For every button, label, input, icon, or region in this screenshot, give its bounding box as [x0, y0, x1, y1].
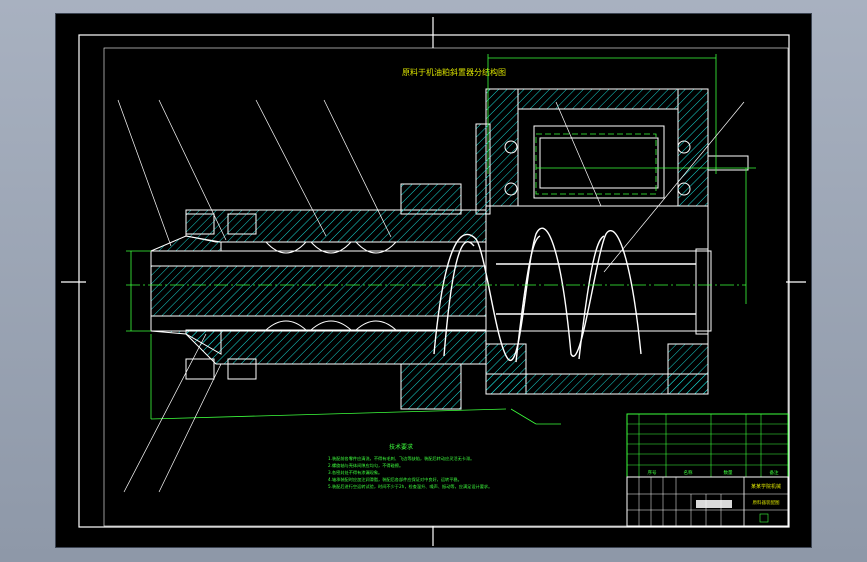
note-line: 4.轴承装配时应加注润滑脂，装配后各部件应保证对中良好，运转平稳。 [328, 476, 462, 483]
school-name: 某某学院机械 [751, 483, 781, 490]
drawing-name: 原料器装配图 [753, 499, 780, 506]
note-line: 1.装配前各零件应清洗，不得有毛刺、飞边等缺陷，装配后转动应灵活无卡滞。 [328, 455, 474, 462]
note-line: 5.装配后进行空运转试验，时间不少于2h，检查温升、噪声、振动等，应满足设计要求… [328, 483, 492, 490]
cad-drawing: 原料于机油粕斜置器分结构图 技术要求 1.装配前各零件应清洗，不得有毛刺、飞边等… [61, 17, 806, 546]
parts-col-name: 名称 [684, 469, 693, 476]
title-block: 某某学院机械 原料器装配图 [626, 476, 789, 527]
note-line: 2.螺旋轴与壳体间隙应均匀，不得碰擦。 [328, 462, 403, 469]
drawing-title: 原料于机油粕斜置器分结构图 [402, 67, 506, 77]
parts-col-index: 序号 [648, 469, 657, 476]
parts-col-remarks: 备注 [770, 469, 779, 476]
screw-barrel [150, 183, 712, 410]
notes-heading: 技术要求 [389, 443, 413, 451]
cad-drawing-viewport[interactable]: 原料于机油粕斜置器分结构图 技术要求 1.装配前各零件应清洗，不得有毛刺、飞边等… [55, 13, 812, 548]
parts-list: 序号 名称 数量 备注 [626, 413, 789, 478]
parts-col-qty: 数量 [724, 469, 733, 476]
gear-housing [475, 88, 749, 215]
technical-notes: 技术要求 1.装配前各零件应清洗，不得有毛刺、飞边等缺陷，装配后转动应灵活无卡滞… [328, 443, 492, 490]
note-line: 3.各密封处不得有渗漏现象。 [328, 469, 382, 476]
